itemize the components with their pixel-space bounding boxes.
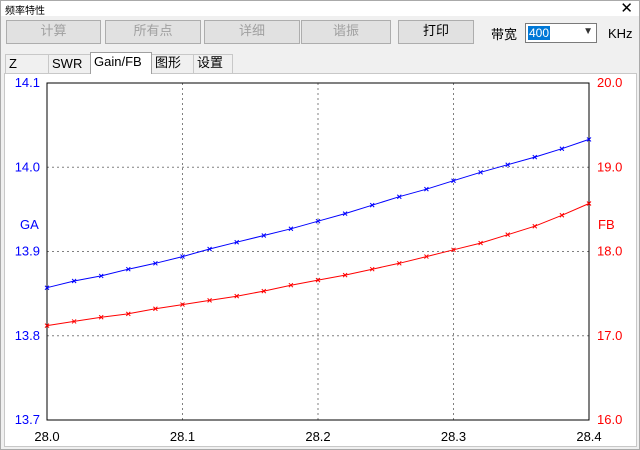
x-tick-label: 28.3: [441, 429, 466, 444]
left-y-tick-label: 14.1: [15, 75, 40, 90]
fb-data-point: [559, 212, 565, 218]
right-y-tick-label: 16.0: [597, 412, 622, 427]
x-tick-label: 28.1: [170, 429, 195, 444]
x-tick-label: 28.0: [34, 429, 59, 444]
fb-axis-label: FB: [598, 217, 615, 232]
right-y-tick-label: 18.0: [597, 244, 622, 259]
left-y-tick-label: 14.0: [15, 159, 40, 174]
x-tick-label: 28.4: [576, 429, 601, 444]
right-y-tick-label: 20.0: [597, 75, 622, 90]
ga-axis-label: GA: [20, 217, 39, 232]
left-y-tick-label: 13.7: [15, 412, 40, 427]
left-y-tick-label: 13.8: [15, 328, 40, 343]
right-y-tick-label: 17.0: [597, 328, 622, 343]
tab-gain-fb[interactable]: Gain/FB: [90, 52, 152, 74]
right-y-tick-label: 19.0: [597, 159, 622, 174]
x-tick-label: 28.2: [305, 429, 330, 444]
left-y-tick-label: 13.9: [15, 244, 40, 259]
